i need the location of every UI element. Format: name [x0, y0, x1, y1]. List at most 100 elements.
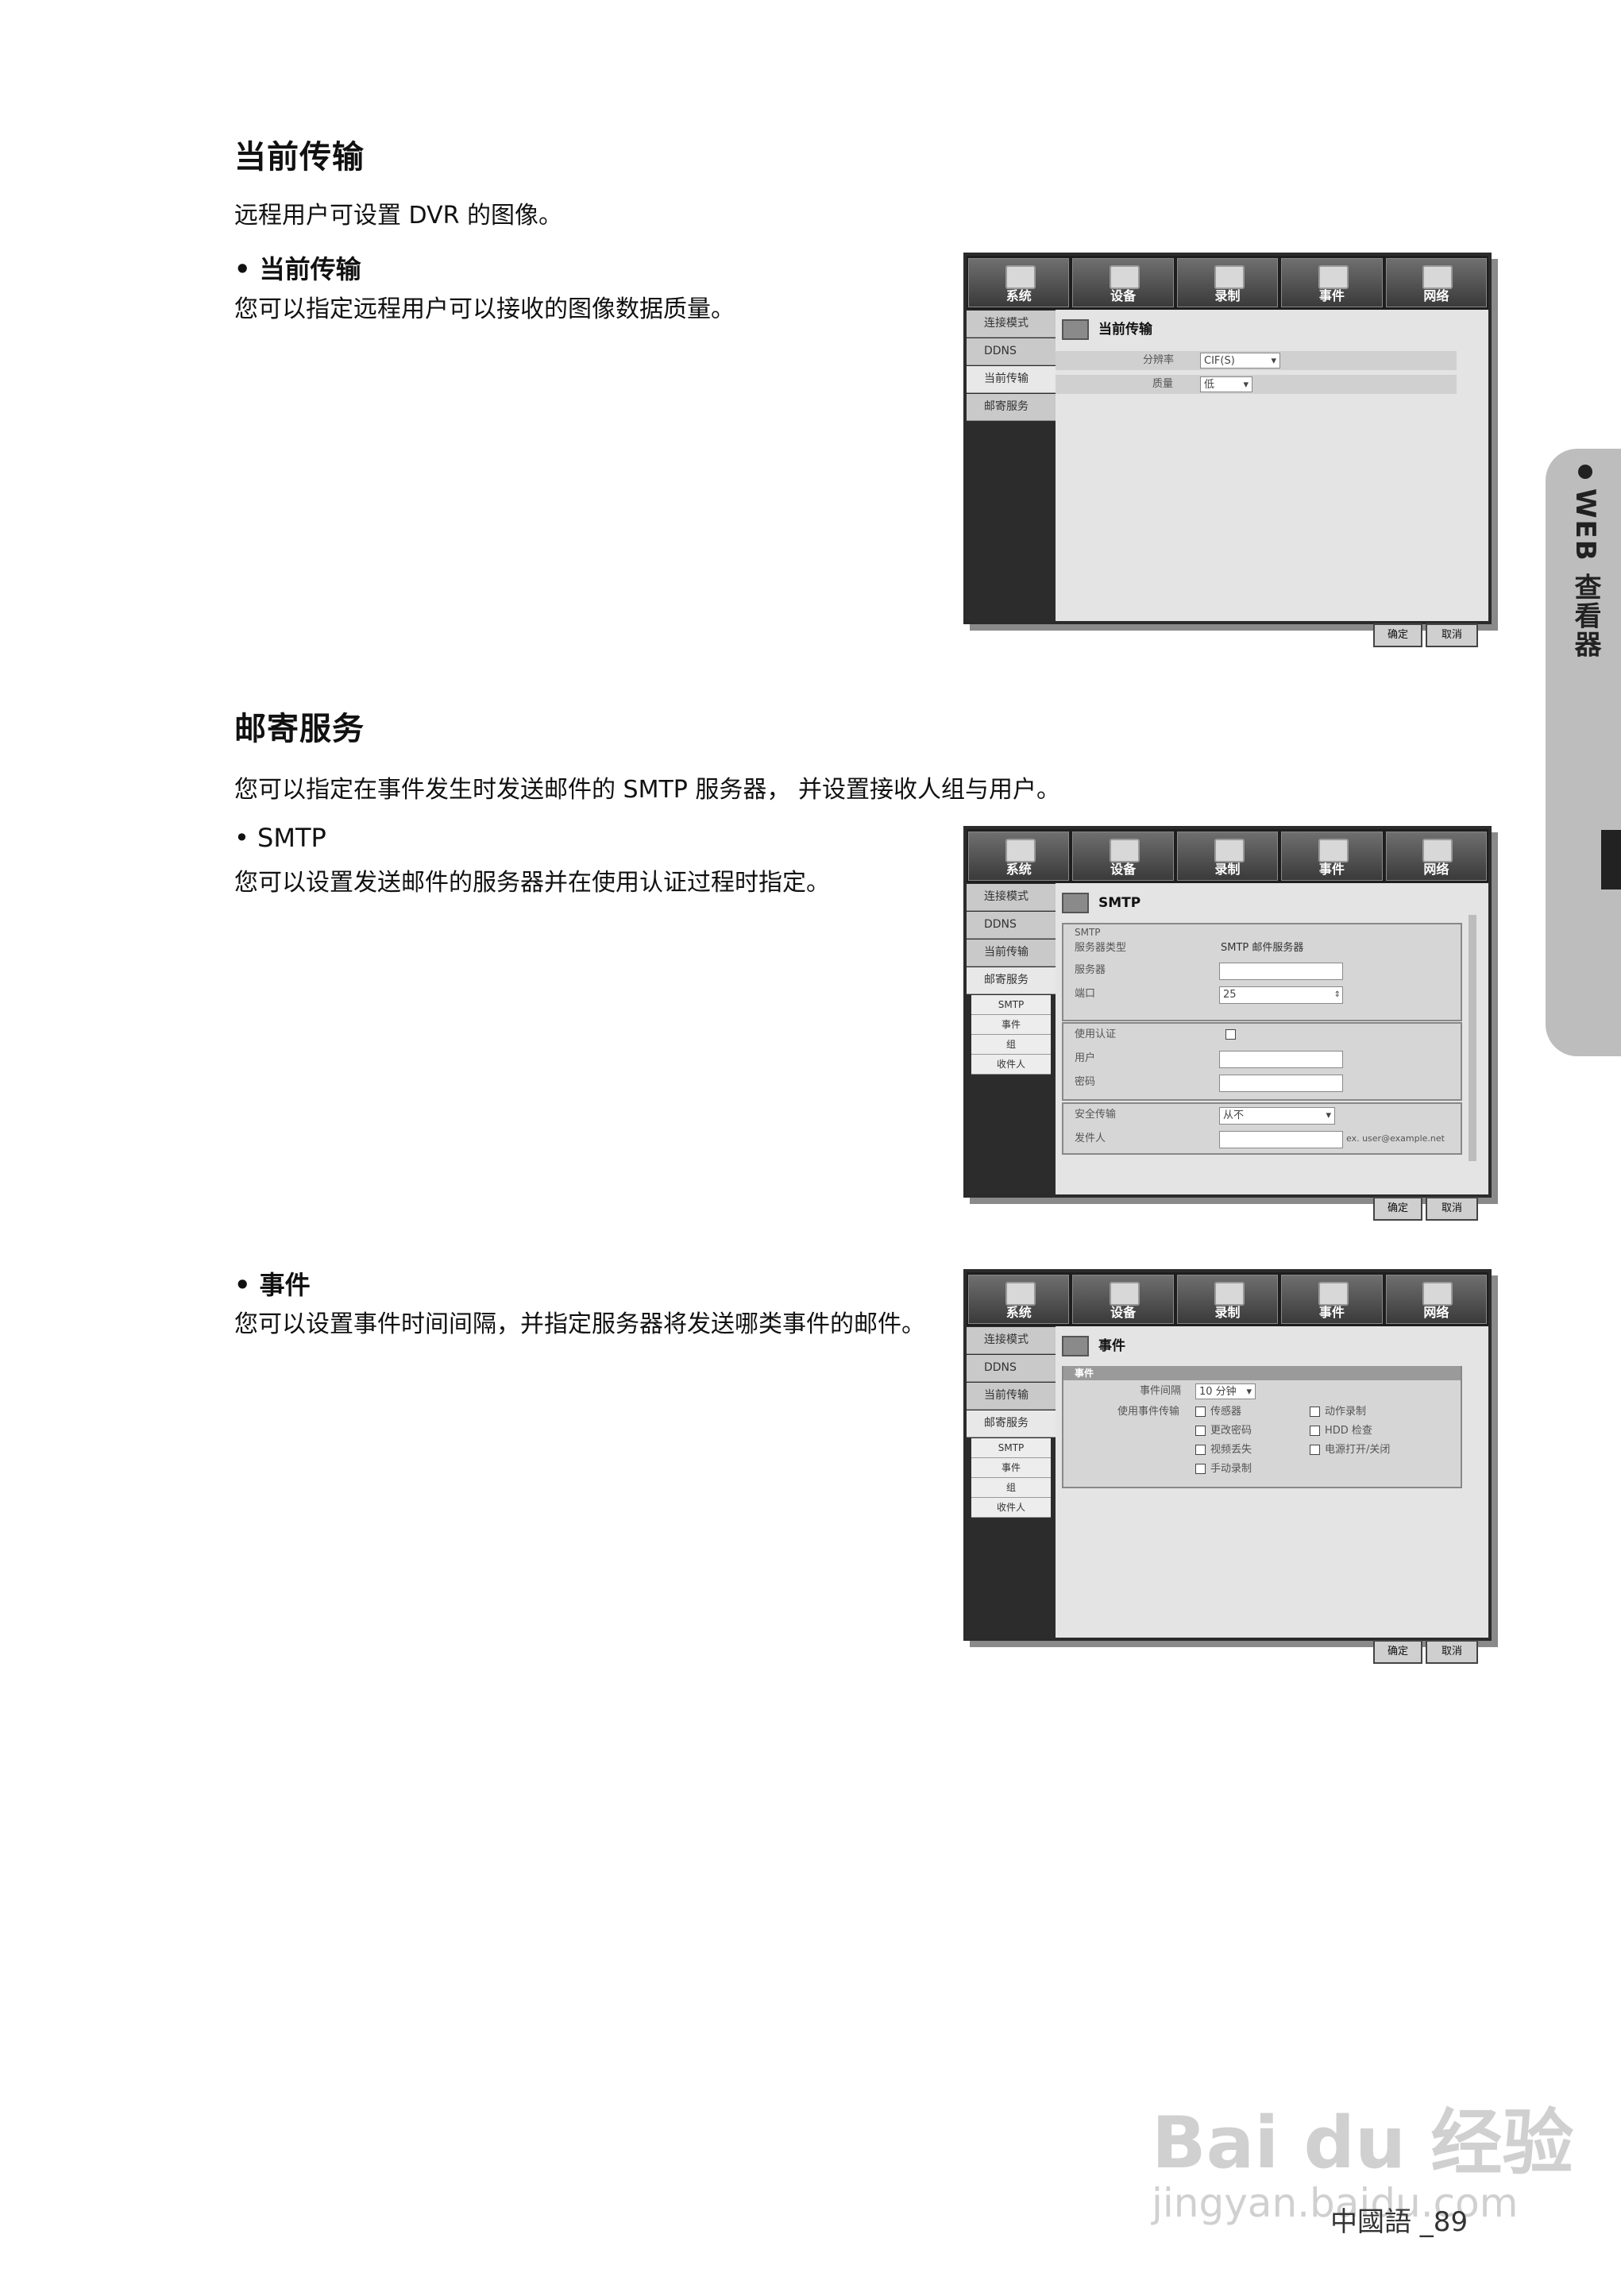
event-manual-record[interactable]: 手动录制: [1195, 1460, 1252, 1479]
tab-system[interactable]: 系统: [968, 1275, 1070, 1324]
bullet-desc: 您可以设置事件时间间隔，并指定服务器将发送哪类事件的邮件。: [234, 1310, 925, 1338]
nav-connection-mode[interactable]: 连接模式: [967, 311, 1056, 338]
nav-mail-service[interactable]: 邮寄服务: [967, 1410, 1056, 1437]
content-panel: SMTP SMTP 服务器类型 SMTP 邮件服务器 服务器 端口 25 ⇕ 使用…: [1056, 883, 1488, 1221]
server-type-label: 服务器类型: [1075, 942, 1127, 954]
nav-ddns[interactable]: DDNS: [967, 912, 1056, 939]
section-intro: 远程用户可设置 DVR 的图像。: [234, 202, 563, 230]
tab-network[interactable]: 网络: [1385, 832, 1488, 881]
panel-icon: [1062, 319, 1089, 340]
interval-select[interactable]: 10 分钟 ▾: [1195, 1383, 1256, 1399]
event-video-loss[interactable]: 视频丢失: [1195, 1441, 1252, 1460]
tab-event[interactable]: 事件: [1281, 1275, 1383, 1324]
stepper-icon: ⇕: [1333, 990, 1341, 999]
server-type-value: SMTP 邮件服务器: [1221, 942, 1304, 954]
subnav-recipient[interactable]: 收件人: [971, 1055, 1051, 1075]
nav-ddns[interactable]: DDNS: [967, 1355, 1056, 1382]
chevron-down-icon: ▾: [1243, 379, 1249, 391]
tab-device[interactable]: 设备: [1072, 1275, 1174, 1324]
menu-tabs: 系统 设备 录制 事件 网络: [967, 256, 1488, 310]
secure-group: 安全传输 从不 ▾ 发件人 ex. user@example.net: [1062, 1102, 1462, 1155]
cancel-button[interactable]: 取消: [1426, 1640, 1478, 1664]
section-title-mail-service: 邮寄服务: [234, 711, 365, 747]
section-title-current-transfer: 当前传输: [234, 139, 365, 176]
cancel-button[interactable]: 取消: [1426, 623, 1478, 647]
watermark-logo: Bai du 经验: [1152, 2101, 1574, 2185]
tab-event[interactable]: 事件: [1281, 832, 1383, 881]
bullet-desc: 您可以指定远程用户可以接收的图像数据质量。: [234, 295, 735, 323]
scrollbar[interactable]: [1469, 915, 1476, 1161]
panel-title: 事件: [1062, 1334, 1125, 1358]
chevron-down-icon: ▾: [1246, 1386, 1252, 1398]
chevron-down-icon: ▾: [1326, 1109, 1331, 1121]
cancel-button[interactable]: 取消: [1426, 1197, 1478, 1221]
auth-group: 使用认证 用户 密码: [1062, 1022, 1462, 1101]
nav-current-transfer[interactable]: 当前传输: [967, 366, 1056, 393]
tab-network[interactable]: 网络: [1385, 1275, 1488, 1324]
content-panel: 当前传输 分辨率 CIF(S) ▾ 质量 低 ▾ 确定 取消: [1056, 310, 1488, 647]
side-tab-label: WEB 查看器: [1566, 465, 1605, 658]
subnav-smtp[interactable]: SMTP: [971, 995, 1051, 1015]
nav-connection-mode[interactable]: 连接模式: [967, 1327, 1056, 1354]
tab-event[interactable]: 事件: [1281, 258, 1383, 307]
ok-button[interactable]: 确定: [1373, 1640, 1422, 1664]
tab-record[interactable]: 录制: [1176, 1275, 1279, 1324]
nav-connection-mode[interactable]: 连接模式: [967, 884, 1056, 911]
sender-input[interactable]: [1219, 1131, 1343, 1148]
event-password-change[interactable]: 更改密码: [1195, 1422, 1252, 1441]
password-input[interactable]: [1219, 1075, 1343, 1092]
tab-network[interactable]: 网络: [1385, 258, 1488, 307]
auth-label: 使用认证: [1075, 1028, 1117, 1040]
tab-system[interactable]: 系统: [968, 832, 1070, 881]
tab-device[interactable]: 设备: [1072, 258, 1174, 307]
bullet-desc: 您可以设置发送邮件的服务器并在使用认证过程时指定。: [234, 869, 830, 897]
panel-title: 当前传输: [1062, 318, 1152, 342]
event-hdd-check[interactable]: HDD 检查: [1310, 1422, 1372, 1441]
dvr-screenshot-current-transfer: 系统 设备 录制 事件 网络 连接模式 DDNS 当前传输 邮寄服务 当前传输 …: [963, 253, 1492, 647]
dvr-screenshot-smtp: 系统 设备 录制 事件 网络 连接模式 DDNS 当前传输 邮寄服务 SMTP …: [963, 826, 1492, 1221]
event-sensor[interactable]: 传感器: [1195, 1403, 1241, 1422]
smtp-server-group: SMTP 服务器类型 SMTP 邮件服务器 服务器 端口 25 ⇕: [1062, 923, 1462, 1021]
chevron-down-icon: ▾: [1271, 355, 1276, 367]
secure-select[interactable]: 从不 ▾: [1219, 1107, 1335, 1125]
subnav-group[interactable]: 组: [971, 1035, 1051, 1055]
auth-checkbox[interactable]: [1225, 1025, 1241, 1044]
bullet-current-transfer: • 当前传输: [234, 254, 361, 284]
nav-ddns[interactable]: DDNS: [967, 338, 1056, 365]
tab-record[interactable]: 录制: [1176, 258, 1279, 307]
nav-current-transfer[interactable]: 当前传输: [967, 940, 1056, 967]
nav-mail-service[interactable]: 邮寄服务: [967, 394, 1056, 421]
tab-system[interactable]: 系统: [968, 258, 1070, 307]
nav-mail-service[interactable]: 邮寄服务: [967, 967, 1056, 994]
resolution-select[interactable]: CIF(S) ▾: [1200, 353, 1280, 369]
event-group: 事件 事件间隔 10 分钟 ▾ 使用事件传输 传感器 动作录制 更改密码 HDD …: [1062, 1366, 1462, 1488]
left-nav: 连接模式 DDNS 当前传输 邮寄服务: [967, 310, 1056, 621]
password-label: 密码: [1075, 1076, 1096, 1088]
subnav-recipient[interactable]: 收件人: [971, 1498, 1051, 1518]
tab-record[interactable]: 录制: [1176, 832, 1279, 881]
panel-icon: [1062, 1336, 1089, 1356]
bullet-event: • 事件: [234, 1270, 311, 1300]
tab-device[interactable]: 设备: [1072, 832, 1174, 881]
quality-select[interactable]: 低 ▾: [1200, 376, 1252, 392]
event-power[interactable]: 电源打开/关闭: [1310, 1441, 1390, 1460]
subnav-smtp[interactable]: SMTP: [971, 1438, 1051, 1458]
left-nav: 连接模式 DDNS 当前传输 邮寄服务 SMTP 事件 组 收件人: [967, 883, 1056, 1194]
event-motion[interactable]: 动作录制: [1310, 1403, 1366, 1422]
nav-current-transfer[interactable]: 当前传输: [967, 1383, 1056, 1410]
group-label: 事件: [1063, 1366, 1461, 1380]
server-input[interactable]: [1219, 963, 1343, 980]
port-stepper[interactable]: 25 ⇕: [1219, 986, 1343, 1004]
ok-button[interactable]: 确定: [1373, 623, 1422, 647]
interval-label: 事件间隔: [1140, 1385, 1182, 1397]
sender-hint: ex. user@example.net: [1346, 1133, 1445, 1144]
ok-button[interactable]: 确定: [1373, 1197, 1422, 1221]
subnav-event[interactable]: 事件: [971, 1015, 1051, 1035]
server-label: 服务器: [1075, 964, 1106, 976]
port-label: 端口: [1075, 988, 1096, 1000]
subnav-event[interactable]: 事件: [971, 1458, 1051, 1478]
subnav-group[interactable]: 组: [971, 1478, 1051, 1498]
panel-icon: [1062, 893, 1089, 913]
section-intro: 您可以指定在事件发生时发送邮件的 SMTP 服务器， 并设置接收人组与用户。: [234, 776, 1060, 804]
user-input[interactable]: [1219, 1051, 1343, 1068]
